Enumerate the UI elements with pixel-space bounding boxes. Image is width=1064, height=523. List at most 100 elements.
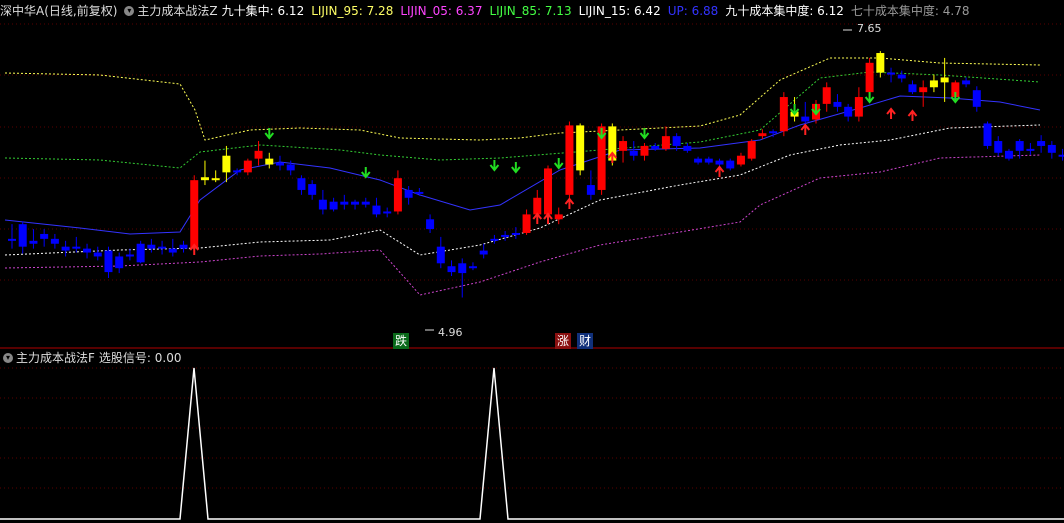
- candle-body: [125, 254, 134, 257]
- candle-body: [18, 224, 27, 247]
- candle-body: [704, 158, 713, 163]
- candle-body: [672, 136, 681, 146]
- kline-chart[interactable]: [0, 0, 1064, 523]
- candle-body: [511, 232, 520, 235]
- candle-body: [372, 205, 381, 215]
- candle-body: [544, 168, 552, 215]
- signal-die-badge: 跌: [393, 333, 410, 349]
- candle-body: [29, 240, 38, 244]
- candle-body: [801, 116, 810, 122]
- candle-body: [200, 177, 209, 181]
- candle-body: [833, 101, 842, 107]
- candle-body: [758, 133, 767, 137]
- candle-body: [736, 155, 745, 165]
- candle-body: [168, 248, 177, 253]
- candle-body: [940, 77, 949, 83]
- candle-body: [83, 248, 92, 253]
- candle-body: [404, 189, 413, 198]
- candle-body: [383, 211, 392, 214]
- candle-body: [844, 106, 853, 117]
- candle-body: [661, 136, 670, 149]
- candle-body: [854, 97, 863, 117]
- candle-body: [61, 246, 70, 251]
- signal-cai-badge: 财: [577, 333, 594, 349]
- candle-body: [694, 158, 703, 163]
- candle-body: [586, 185, 595, 195]
- candle-body: [1015, 141, 1024, 151]
- candle-body: [1026, 148, 1035, 151]
- candle-body: [115, 256, 124, 269]
- candle-body: [393, 178, 402, 212]
- candle-body: [147, 244, 156, 249]
- candle-body: [415, 191, 424, 194]
- candle-body: [329, 201, 338, 210]
- candle-body: [887, 72, 896, 75]
- candle-body: [1037, 141, 1046, 146]
- candle-body: [769, 131, 778, 134]
- candle-body: [651, 145, 660, 149]
- candle-body: [286, 164, 295, 171]
- up-line: [4, 95, 1041, 235]
- candle-body: [1047, 144, 1056, 153]
- candle-body: [619, 141, 628, 151]
- candle-body: [93, 252, 102, 257]
- candle-body: [243, 160, 252, 173]
- candle-body: [158, 246, 167, 249]
- candle-body: [490, 238, 499, 241]
- candle-body: [222, 155, 231, 173]
- candle-body: [972, 90, 981, 107]
- candle-body: [468, 266, 477, 269]
- candle-body: [233, 170, 242, 173]
- candle-body: [351, 201, 360, 205]
- candle-body: [822, 87, 831, 104]
- low-price-label: 4.96: [438, 326, 463, 339]
- candle-body: [576, 125, 585, 171]
- candle-body: [8, 238, 16, 241]
- lijin95-line: [4, 57, 1041, 141]
- candle-body: [747, 141, 756, 159]
- candle-body: [479, 250, 488, 255]
- candle-body: [136, 243, 145, 263]
- candle-body: [318, 199, 327, 210]
- signal-line: [0, 367, 1064, 520]
- candle-body: [40, 233, 49, 239]
- lijin05-line: [4, 154, 1041, 296]
- candle-body: [50, 238, 59, 244]
- candle-body: [308, 184, 317, 195]
- candle-body: [908, 84, 917, 93]
- candle-body: [501, 234, 510, 237]
- candle-body: [715, 160, 724, 165]
- candle-body: [565, 125, 574, 195]
- candle-body: [254, 150, 263, 159]
- candle-body: [865, 62, 874, 93]
- candle-body: [726, 160, 735, 169]
- signal-zhang-badge: 涨: [555, 333, 572, 349]
- candle-body: [929, 80, 938, 88]
- candle-body: [983, 123, 992, 146]
- candle-body: [190, 180, 199, 249]
- lijin85-line: [4, 71, 1041, 169]
- candle-body: [297, 178, 306, 190]
- candle-body: [994, 141, 1003, 153]
- candle-body: [962, 80, 971, 85]
- candle-body: [436, 246, 445, 264]
- candle-body: [458, 263, 467, 274]
- candle-body: [211, 178, 220, 181]
- candle-body: [426, 219, 435, 230]
- candle-body: [340, 201, 349, 205]
- candle-body: [683, 145, 692, 151]
- candle-body: [104, 250, 113, 273]
- candle-body: [361, 201, 370, 205]
- candle-body: [779, 97, 788, 132]
- candle-body: [897, 74, 906, 79]
- candle-body: [447, 266, 456, 273]
- candle-body: [1058, 154, 1064, 157]
- candle-body: [640, 145, 649, 156]
- candle-body: [533, 197, 542, 215]
- candle-body: [1004, 150, 1013, 159]
- candle-body: [522, 214, 531, 233]
- candle-body: [179, 244, 188, 249]
- candle-body: [919, 87, 928, 93]
- candle-body: [554, 214, 563, 220]
- high-price-label: 7.65: [857, 22, 882, 35]
